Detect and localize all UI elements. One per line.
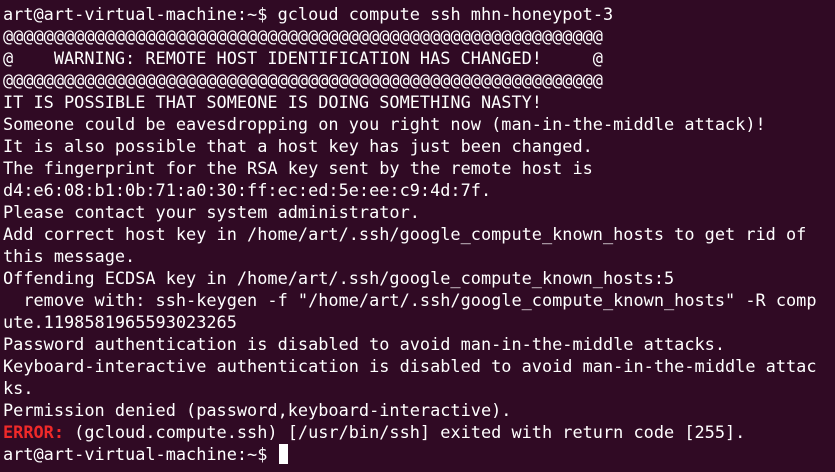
output-line: Permission denied (password,keyboard-int… bbox=[3, 400, 512, 420]
output-line: this message. bbox=[3, 246, 136, 266]
command-text: gcloud compute ssh mhn-honeypot-3 bbox=[277, 4, 614, 24]
output-line: @@@@@@@@@@@@@@@@@@@@@@@@@@@@@@@@@@@@@@@@… bbox=[3, 26, 603, 46]
output-line: Add correct host key in /home/art/.ssh/g… bbox=[3, 224, 807, 244]
output-line: The fingerprint for the RSA key sent by … bbox=[3, 158, 593, 178]
output-line: d4:e6:08:b1:0b:71:a0:30:ff:ec:ed:5e:ee:c… bbox=[3, 180, 492, 200]
error-label: ERROR: bbox=[3, 422, 65, 442]
text-cursor[interactable] bbox=[278, 444, 288, 464]
final-prompt-line[interactable]: art@art-virtual-machine:~$ bbox=[3, 443, 835, 465]
output-line: ks. bbox=[3, 378, 34, 398]
output-line: ute.1198581965593023265 bbox=[3, 312, 237, 332]
terminal-window[interactable]: art@art-virtual-machine:~$ gcloud comput… bbox=[0, 0, 835, 472]
output-line: It is also possible that a host key has … bbox=[3, 136, 593, 156]
output-line: Offending ECDSA key in /home/art/.ssh/go… bbox=[3, 268, 675, 288]
output-line: @ WARNING: REMOTE HOST IDENTIFICATION HA… bbox=[3, 48, 603, 68]
output-line: Someone could be eavesdropping on you ri… bbox=[3, 114, 766, 134]
error-line: ERROR: (gcloud.compute.ssh) [/usr/bin/ss… bbox=[3, 421, 835, 443]
prompt: art@art-virtual-machine:~$ bbox=[3, 4, 278, 24]
command-line: art@art-virtual-machine:~$ gcloud comput… bbox=[3, 3, 835, 25]
output-line: @@@@@@@@@@@@@@@@@@@@@@@@@@@@@@@@@@@@@@@@… bbox=[3, 70, 603, 90]
output-line: IT IS POSSIBLE THAT SOMEONE IS DOING SOM… bbox=[3, 92, 542, 112]
output-line: Keyboard-interactive authentication is d… bbox=[3, 356, 817, 376]
output-line: remove with: ssh-keygen -f "/home/art/.s… bbox=[3, 290, 817, 310]
prompt: art@art-virtual-machine:~$ bbox=[3, 444, 278, 464]
output-line: Please contact your system administrator… bbox=[3, 202, 420, 222]
output-line: Password authentication is disabled to a… bbox=[3, 334, 726, 354]
error-message: (gcloud.compute.ssh) [/usr/bin/ssh] exit… bbox=[64, 422, 746, 442]
